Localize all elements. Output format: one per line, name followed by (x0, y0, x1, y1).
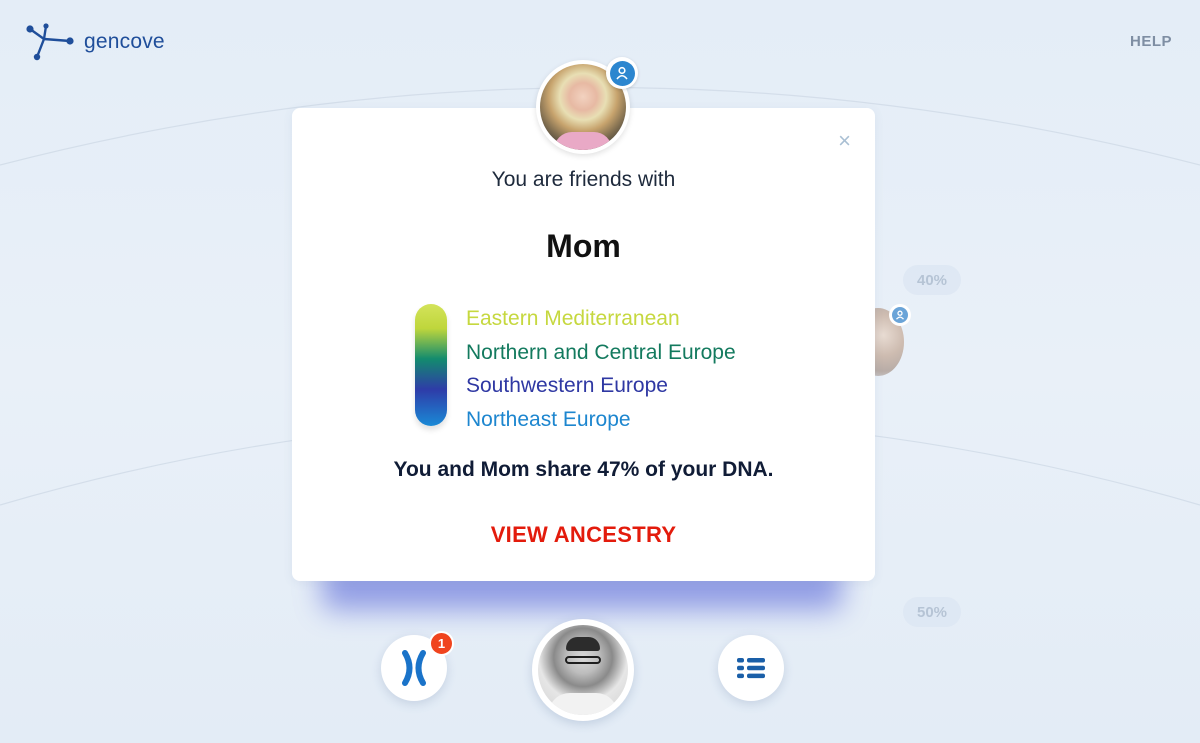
list-button[interactable] (718, 635, 784, 701)
friend-badge (606, 57, 638, 89)
view-ancestry-button[interactable]: VIEW ANCESTRY (292, 522, 875, 548)
ancestry-region: Eastern Mediterranean (466, 307, 680, 330)
close-icon[interactable]: × (838, 130, 851, 152)
help-link[interactable]: HELP (1130, 33, 1172, 50)
user-photo (538, 625, 628, 715)
ancestry-color-bar (415, 304, 447, 426)
ring-label-50: 50% (903, 597, 961, 627)
friend-name: Mom (546, 228, 621, 264)
chromosome-icon (402, 650, 426, 686)
notification-badge: 1 (429, 631, 454, 656)
ancestry-region: Northeast Europe (466, 407, 631, 431)
ring-label-40: 40% (903, 265, 961, 295)
friend-modal: × You are friends with Mom Eastern Medit… (292, 108, 875, 581)
relative-friend-badge (889, 304, 911, 326)
ancestry-region: Northern and Central Europe (466, 340, 736, 364)
list-icon (737, 658, 765, 679)
friend-label: You are friends with (491, 168, 676, 191)
ancestry-region-list: Eastern Mediterranean Northern and Centr… (466, 302, 736, 436)
ancestry-region: Southwestern Europe (466, 374, 668, 397)
logo-text: gencove (84, 30, 165, 53)
gencove-logo-icon (26, 23, 74, 61)
user-icon (616, 66, 628, 80)
gencove-logo[interactable]: gencove (24, 22, 165, 62)
user-icon (896, 310, 904, 320)
user-avatar[interactable] (532, 619, 634, 721)
dna-share-text: You and Mom share 47% of your DNA. (393, 458, 774, 481)
